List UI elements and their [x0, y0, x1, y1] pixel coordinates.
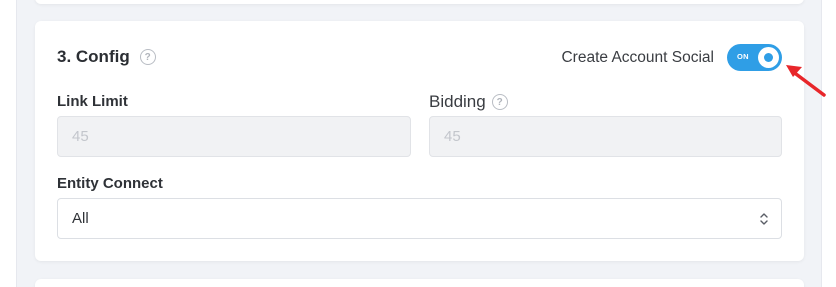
link-limit-input: 45 [57, 116, 411, 157]
bidding-label: Bidding [429, 92, 486, 111]
section-title-text: 3. Config [57, 47, 130, 66]
link-limit-label: Link Limit [57, 93, 128, 110]
bidding-input: 45 [429, 116, 782, 157]
chevron-up-down-icon [760, 213, 768, 225]
section-title: 3. Config ? [57, 47, 156, 67]
create-account-social-label: Create Account Social [561, 49, 714, 66]
previous-section-card [35, 0, 804, 4]
bidding-label-group: Bidding ? [429, 92, 508, 112]
entity-connect-select[interactable]: All [57, 198, 782, 239]
question-circle-icon[interactable]: ? [491, 94, 508, 110]
entity-connect-selected: All [72, 210, 89, 227]
create-account-social-toggle[interactable]: ON [727, 44, 782, 71]
config-card: 3. Config ? Create Account Social ON Lin… [35, 21, 804, 261]
question-circle-icon[interactable]: ? [139, 49, 156, 65]
red-arrow-icon [786, 65, 826, 97]
toggle-knob [758, 47, 779, 68]
toggle-state-text: ON [737, 52, 749, 61]
next-section-card [35, 279, 804, 287]
entity-connect-label: Entity Connect [57, 175, 163, 192]
